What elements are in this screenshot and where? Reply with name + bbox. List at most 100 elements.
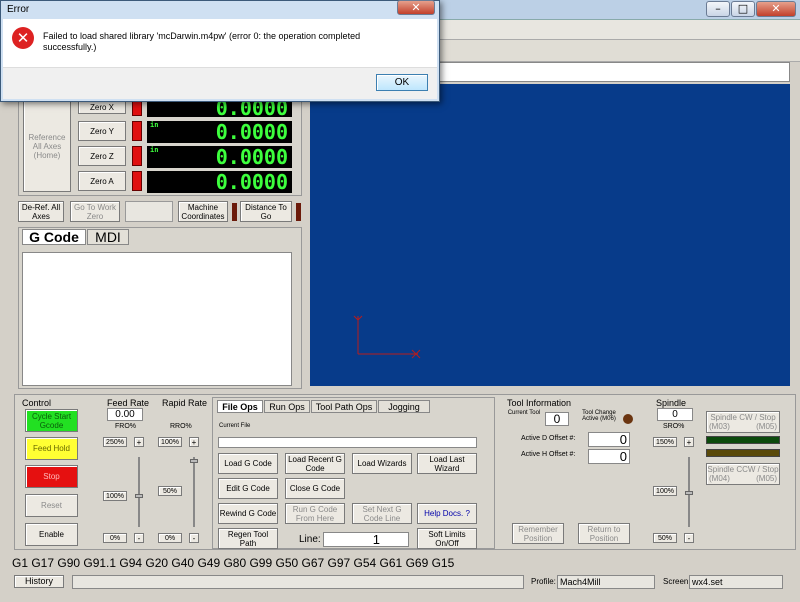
rro-max-button[interactable]: 100% xyxy=(158,437,182,447)
spindle-ccw-label: Spindle CCW / Stop xyxy=(707,465,779,474)
machine-coords-indicator xyxy=(232,203,237,221)
error-message: Failed to load shared library 'mcDarwin.… xyxy=(43,31,361,52)
spindle-cw-button[interactable]: Spindle CW / Stop (M03) (M05) xyxy=(706,411,780,433)
tool-change-led xyxy=(623,414,633,424)
error-body: ✕ Failed to load shared library 'mcDarwi… xyxy=(3,19,437,99)
return-to-position-button[interactable]: Return to Position xyxy=(578,523,630,544)
z-value: 0.0000 xyxy=(215,145,288,169)
screen-value: wx4.set xyxy=(689,575,783,589)
tab-tool-path-ops[interactable]: Tool Path Ops xyxy=(311,400,377,413)
m05-label: (M05) xyxy=(756,422,777,431)
rro-min-button[interactable]: 0% xyxy=(158,533,182,543)
deref-all-axes-button[interactable]: De-Ref. All Axes xyxy=(18,201,64,222)
fro-minus-button[interactable]: - xyxy=(134,533,144,543)
machine-coordinates-button[interactable]: Machine Coordinates xyxy=(178,201,228,222)
sro-min-button[interactable]: 50% xyxy=(653,533,677,543)
spindle-cw-label: Spindle CW / Stop xyxy=(710,413,776,422)
maximize-icon[interactable]: □ xyxy=(731,1,755,17)
fro-label: FRO% xyxy=(115,423,136,430)
y-unit: in xyxy=(150,121,159,129)
zero-z-button[interactable]: Zero Z xyxy=(78,146,126,166)
z-limit-indicator xyxy=(132,146,142,166)
reset-button[interactable]: Reset xyxy=(25,494,78,517)
tab-gcode[interactable]: G Code xyxy=(22,229,86,245)
load-last-wizard-button[interactable]: Load Last Wizard xyxy=(417,453,477,474)
active-h-offset-label: Active H Offset #: xyxy=(521,451,576,458)
tab-run-ops[interactable]: Run Ops xyxy=(264,400,310,413)
help-docs-button[interactable]: Help Docs. ? xyxy=(417,503,477,524)
soft-limits-button[interactable]: Soft Limits On/Off xyxy=(417,528,477,549)
tab-file-ops[interactable]: File Ops xyxy=(217,400,263,413)
rapid-rate-title: Rapid Rate xyxy=(162,398,208,408)
line-label: Line: xyxy=(299,534,321,545)
reference-all-axes-button[interactable]: Reference All Axes (Home) xyxy=(23,100,71,192)
sro-plus-button[interactable]: + xyxy=(684,437,694,447)
sro-slider-thumb[interactable] xyxy=(685,491,693,495)
edit-gcode-button[interactable]: Edit G Code xyxy=(218,478,278,499)
tool-change-label: Tool Change Active (M06) xyxy=(582,410,616,422)
rro-mid-button[interactable]: 50% xyxy=(158,486,182,496)
tab-mdi[interactable]: MDI xyxy=(87,229,129,245)
fro-slider-thumb[interactable] xyxy=(135,494,143,498)
current-tool-label: Current Tool xyxy=(507,410,541,416)
rro-plus-button[interactable]: + xyxy=(189,437,199,447)
load-recent-gcode-button[interactable]: Load Recent G Code xyxy=(285,453,345,474)
run-from-here-button[interactable]: Run G Code From Here xyxy=(285,503,345,524)
minimize-icon[interactable]: – xyxy=(706,1,730,17)
fro-max-button[interactable]: 250% xyxy=(103,437,127,447)
spindle-cw-codes: (M03) (M05) xyxy=(707,422,779,431)
rro-minus-button[interactable]: - xyxy=(189,533,199,543)
y-value: 0.0000 xyxy=(215,120,288,144)
spindle-cw-indicator xyxy=(706,436,780,444)
load-gcode-button[interactable]: Load G Code xyxy=(218,453,278,474)
feed-hold-button[interactable]: Feed Hold xyxy=(25,437,78,460)
rro-slider[interactable] xyxy=(193,457,195,527)
error-close-icon[interactable]: ✕ xyxy=(397,0,435,15)
active-gcodes: G1 G17 G90 G91.1 G94 G20 G40 G49 G80 G99… xyxy=(12,556,455,570)
set-next-line-button[interactable]: Set Next G Code Line xyxy=(352,503,412,524)
y-dro: in 0.0000 xyxy=(147,121,292,143)
current-tool-value: 0 xyxy=(545,412,569,426)
fro-min-button[interactable]: 0% xyxy=(103,533,127,543)
load-wizards-button[interactable]: Load Wizards xyxy=(352,453,412,474)
zero-a-button[interactable]: Zero A xyxy=(78,171,126,191)
enable-button[interactable]: Enable xyxy=(25,523,78,546)
fro-plus-button[interactable]: + xyxy=(134,437,144,447)
spindle-title: Spindle xyxy=(656,398,687,408)
history-button[interactable]: History xyxy=(14,575,64,588)
profile-value: Mach4Mill xyxy=(557,575,655,589)
sro-max-button[interactable]: 150% xyxy=(653,437,677,447)
rewind-gcode-button[interactable]: Rewind G Code xyxy=(218,503,278,524)
sro-mid-button[interactable]: 100% xyxy=(653,486,677,496)
line-input[interactable]: 1 xyxy=(323,532,409,547)
goto-work-zero-button[interactable]: Go To Work Zero xyxy=(70,201,120,222)
cycle-start-button[interactable]: Cycle Start Gcode xyxy=(25,409,78,432)
rro-label: RRO% xyxy=(170,423,192,430)
rro-slider-thumb[interactable] xyxy=(190,459,198,463)
zero-y-button[interactable]: Zero Y xyxy=(78,121,126,141)
close-icon[interactable]: ✕ xyxy=(756,1,796,17)
error-dialog-title: Error xyxy=(7,4,30,15)
fro-mid-button[interactable]: 100% xyxy=(103,491,127,501)
ok-button[interactable]: OK xyxy=(376,74,428,91)
y-limit-indicator xyxy=(132,121,142,141)
distance-to-go-indicator xyxy=(296,203,301,221)
remember-position-button[interactable]: Remember Position xyxy=(512,523,564,544)
error-dialog: Error ✕ ✕ Failed to load shared library … xyxy=(0,0,440,102)
zero-x-button[interactable]: Zero X xyxy=(78,100,126,114)
fro-slider[interactable] xyxy=(138,457,140,527)
tab-jogging[interactable]: Jogging xyxy=(378,400,430,413)
distance-to-go-button[interactable]: Distance To Go xyxy=(240,201,292,222)
close-gcode-button[interactable]: Close G Code xyxy=(285,478,345,499)
toolpath-view[interactable] xyxy=(310,84,790,386)
feed-rate-title: Feed Rate xyxy=(107,398,150,408)
current-file-label: Current File xyxy=(219,423,251,429)
sro-minus-button[interactable]: - xyxy=(684,533,694,543)
gcode-display[interactable] xyxy=(22,252,292,386)
spindle-ccw-button[interactable]: Spindle CCW / Stop (M04) (M05) xyxy=(706,463,780,485)
stop-button[interactable]: Stop xyxy=(25,465,78,488)
regen-tool-path-button[interactable]: Regen Tool Path xyxy=(218,528,278,549)
blank-button xyxy=(125,201,173,222)
active-h-offset-value: 0 xyxy=(588,449,630,464)
message-field xyxy=(72,575,524,589)
